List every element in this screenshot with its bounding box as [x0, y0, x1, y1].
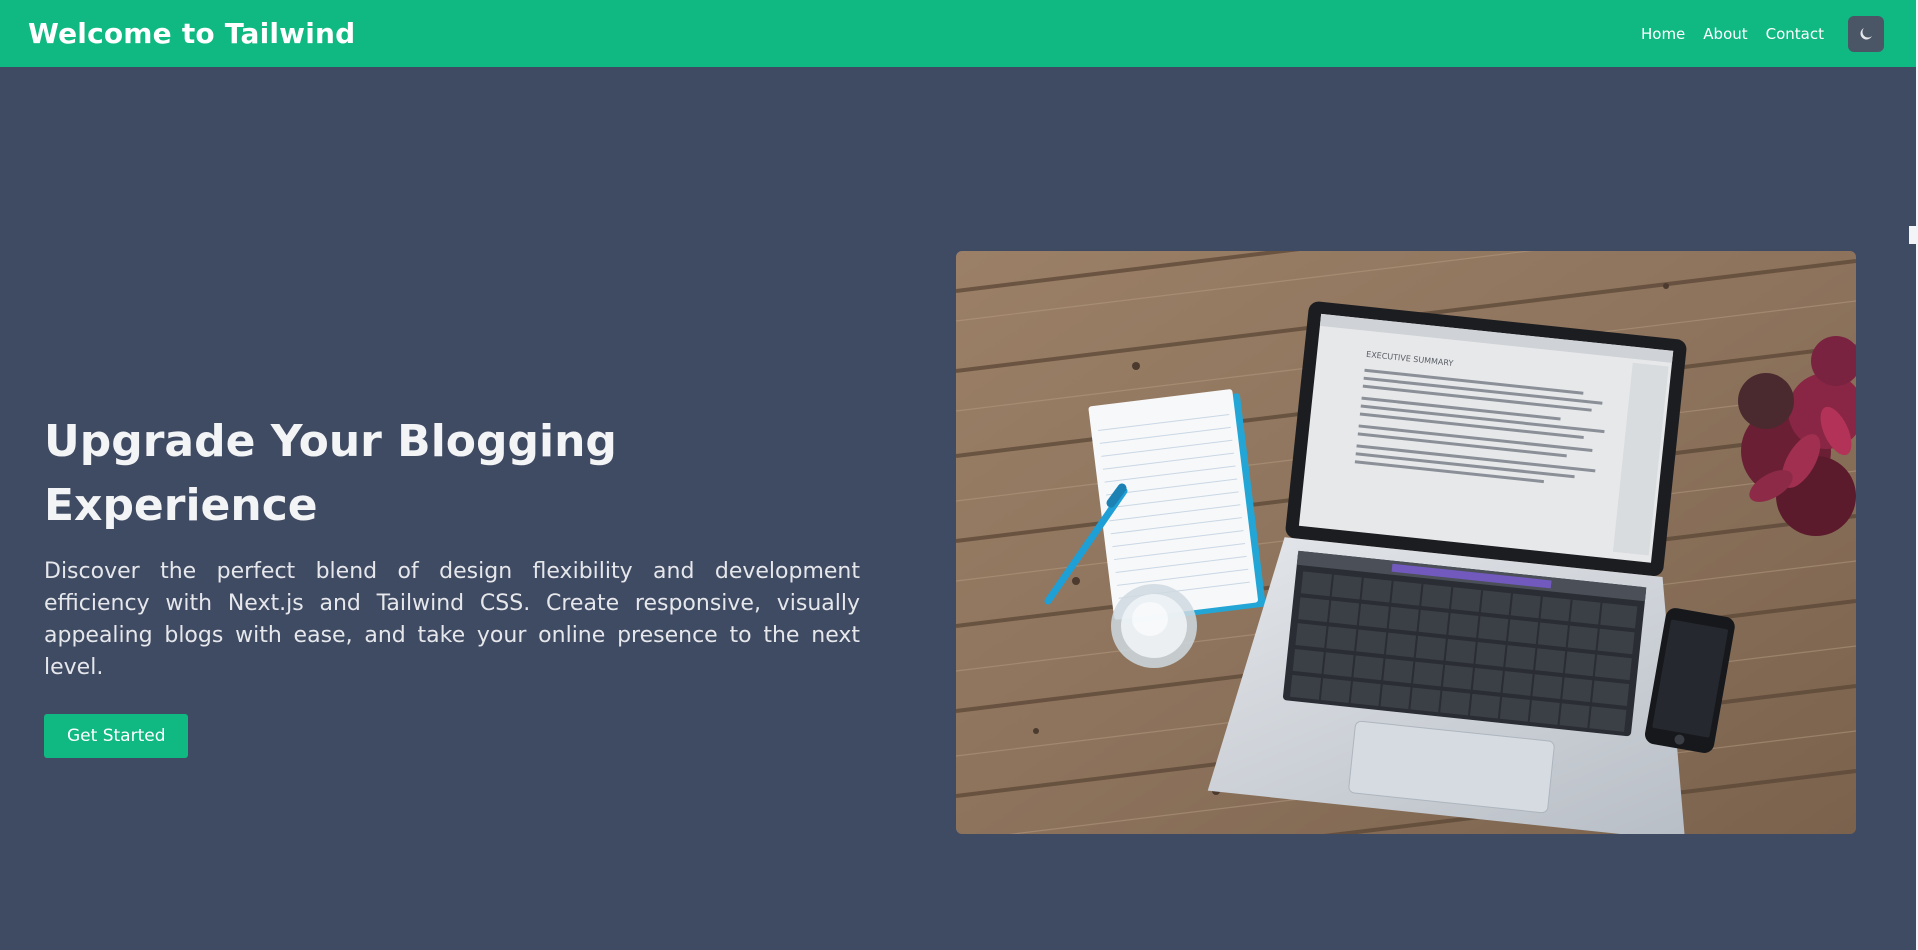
theme-toggle-button[interactable] [1848, 15, 1884, 52]
laptop-desk-illustration: EXECUTIVE SUMMARY [956, 251, 1856, 834]
hero-image: EXECUTIVE SUMMARY [956, 251, 1856, 834]
moon-icon [1860, 27, 1872, 40]
scrollbar-thumb[interactable] [1909, 226, 1918, 244]
hero-title: Upgrade Your Blogging Experience [44, 416, 617, 531]
nav-link-about[interactable]: About [1703, 25, 1747, 43]
site-title[interactable]: Welcome to Tailwind [28, 17, 355, 50]
navbar: Welcome to Tailwind Home About Contact [0, 0, 1918, 67]
hero-description: Discover the perfect blend of design fle… [44, 559, 860, 680]
get-started-button[interactable]: Get Started [44, 714, 189, 758]
nav-links: Home About Contact [1641, 15, 1884, 52]
nav-link-contact[interactable]: Contact [1766, 25, 1824, 43]
hero-text: Upgrade Your Blogging Experience Discove… [44, 410, 860, 758]
nav-link-home[interactable]: Home [1641, 25, 1685, 43]
